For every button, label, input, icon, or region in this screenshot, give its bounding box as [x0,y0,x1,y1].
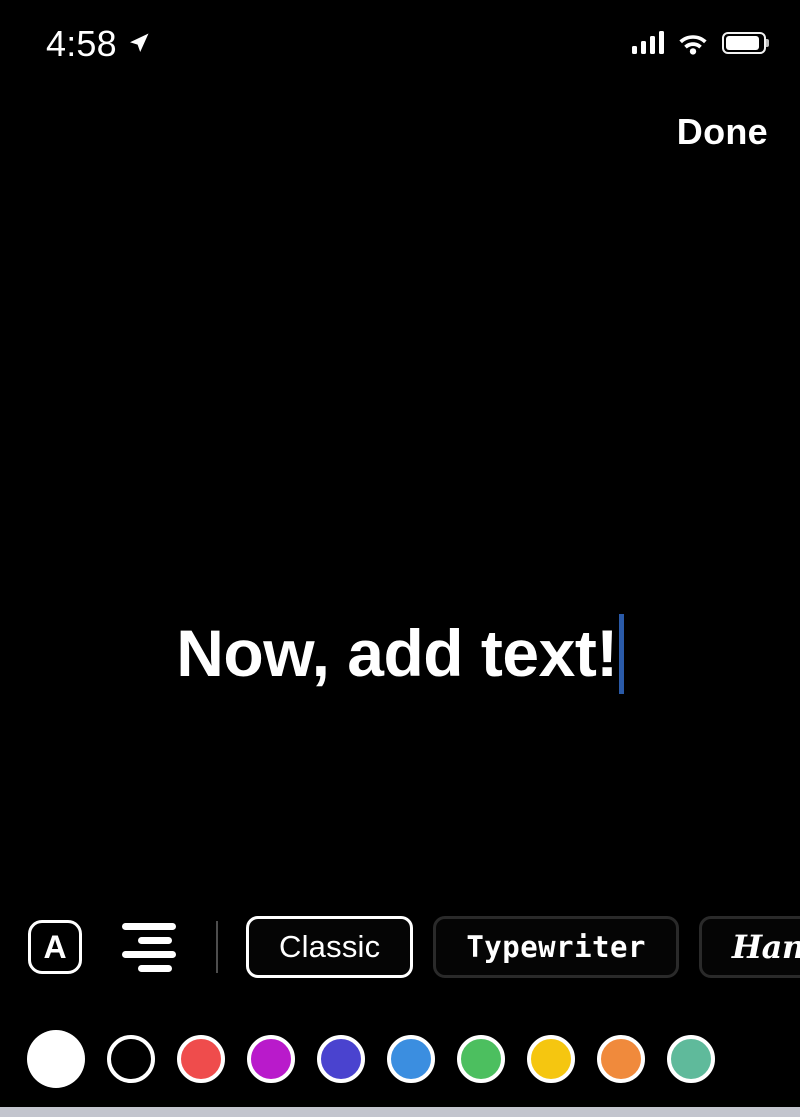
text-entry-line[interactable]: Now, add text! [176,614,624,694]
editor-top-bar: Done [0,96,800,168]
color-swatch-blue[interactable] [387,1034,435,1083]
location-arrow-icon [129,33,149,52]
color-swatch-green[interactable] [457,1034,505,1083]
story-canvas[interactable]: Now, add text! [0,168,800,888]
toolbar-divider [216,921,218,973]
letter-a-box-button[interactable]: A [28,920,82,974]
color-swatch-indigo[interactable] [317,1034,365,1083]
status-bar-left: 4:58 [46,24,151,62]
text-caret [618,614,624,694]
wifi-icon [679,34,707,55]
letter-a-box-icon: A [28,920,82,974]
color-swatch-teal[interactable] [667,1034,715,1083]
font-chip-handwriting[interactable]: Handwriting [698,916,800,978]
color-swatch-red[interactable] [177,1034,225,1083]
status-bar-right [631,31,766,55]
color-swatch-row [0,1010,800,1107]
story-text-value[interactable]: Now, add text! [176,616,618,692]
font-chip-classic[interactable]: Classic [246,916,414,978]
status-time: 4:58 [46,23,117,64]
text-align-icon[interactable] [122,920,176,974]
story-text-editor-screen: 4:58 Done Now, add text! A Classic Typew… [0,0,800,1107]
color-swatch-black[interactable] [107,1034,155,1083]
font-chip-list: Classic Typewriter Handwriting [246,916,800,978]
font-chip-typewriter[interactable]: Typewriter [433,916,679,978]
cellular-signal-icon [631,31,664,54]
color-swatch-yellow[interactable] [527,1034,575,1083]
font-style-toolbar: A Classic Typewriter Handwriting [0,900,800,994]
home-indicator-strip [0,1107,800,1117]
color-swatch-magenta[interactable] [247,1034,295,1083]
status-bar: 4:58 [0,0,800,86]
color-swatch-white[interactable] [27,1029,85,1088]
color-swatch-orange[interactable] [597,1034,645,1083]
battery-icon [722,32,766,54]
done-button[interactable]: Done [673,105,772,159]
